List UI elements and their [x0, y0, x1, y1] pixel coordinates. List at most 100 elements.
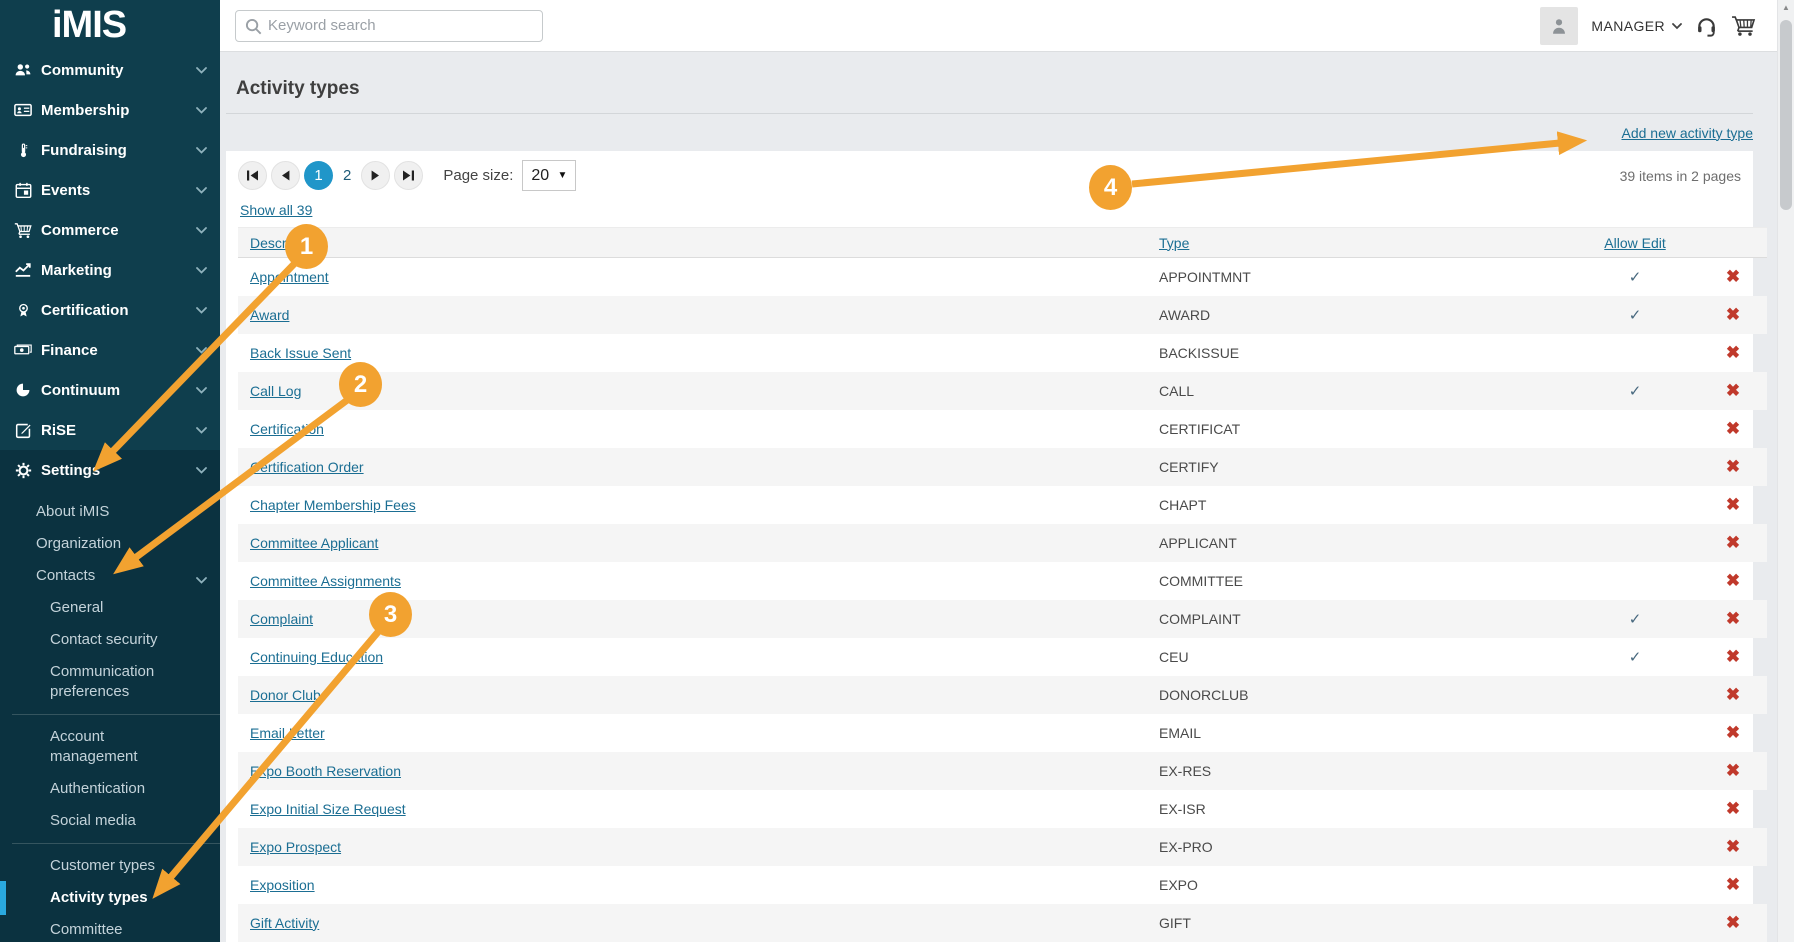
- delete-activity-button[interactable]: ✖: [1726, 306, 1740, 323]
- chevron-down-icon: [196, 387, 207, 394]
- activity-description-link[interactable]: Call Log: [250, 383, 301, 399]
- delete-activity-button[interactable]: ✖: [1726, 686, 1740, 703]
- delete-activity-button[interactable]: ✖: [1726, 420, 1740, 437]
- page-title: Activity types: [236, 78, 1753, 100]
- check-icon: ✓: [1629, 649, 1642, 666]
- pager-current-page[interactable]: 1: [304, 161, 333, 190]
- sort-allow-edit-header[interactable]: Allow Edit: [1604, 235, 1665, 251]
- delete-activity-button[interactable]: ✖: [1726, 876, 1740, 893]
- sidebar-item-finance[interactable]: Finance: [0, 330, 220, 370]
- main-content: Activity types Add new activity type 1 2: [220, 52, 1794, 942]
- support-headset-icon[interactable]: [1695, 15, 1718, 38]
- activity-description-link[interactable]: Gift Activity: [250, 915, 319, 931]
- page-size-select[interactable]: 20 ▼: [522, 160, 576, 191]
- sidebar-item-events[interactable]: Events: [0, 170, 220, 210]
- sidebar-item-label: Customer types: [50, 857, 155, 874]
- table-row: ComplaintCOMPLAINT✓✖: [238, 600, 1767, 638]
- finance-icon: [14, 341, 32, 359]
- activity-description-link[interactable]: Committee Assignments: [250, 573, 401, 589]
- activity-description-link[interactable]: Exposition: [250, 877, 315, 893]
- pager-page-2[interactable]: 2: [343, 167, 351, 184]
- delete-activity-button[interactable]: ✖: [1726, 458, 1740, 475]
- delete-activity-button[interactable]: ✖: [1726, 268, 1740, 285]
- delete-activity-button[interactable]: ✖: [1726, 724, 1740, 741]
- activity-description-link[interactable]: Back Issue Sent: [250, 345, 351, 361]
- delete-activity-button[interactable]: ✖: [1726, 496, 1740, 513]
- activity-description-link[interactable]: Expo Initial Size Request: [250, 801, 406, 817]
- sidebar-item-contact-security[interactable]: Contact security: [0, 630, 220, 650]
- sidebar-item-communication-preferences[interactable]: Communication preferences: [0, 662, 220, 702]
- delete-activity-button[interactable]: ✖: [1726, 572, 1740, 589]
- delete-activity-button[interactable]: ✖: [1726, 914, 1740, 931]
- delete-activity-button[interactable]: ✖: [1726, 382, 1740, 399]
- sidebar-item-committee[interactable]: Committee: [0, 920, 220, 940]
- cart-icon[interactable]: [1731, 15, 1756, 37]
- search-input[interactable]: [268, 17, 528, 34]
- pager-last-button[interactable]: [394, 161, 423, 190]
- sidebar-item-rise[interactable]: RiSE: [0, 410, 220, 450]
- table-row: Certification Order CERTIFY ✖: [238, 448, 1767, 486]
- activity-description-link[interactable]: Expo Booth Reservation: [250, 763, 401, 779]
- scrollbar-thumb[interactable]: [1780, 20, 1792, 210]
- sidebar-item-marketing[interactable]: Marketing: [0, 250, 220, 290]
- activity-description-link[interactable]: Continuing Education: [250, 649, 383, 665]
- table-row: Gift Activity GIFT ✖: [238, 904, 1767, 942]
- sidebar-item-contacts[interactable]: Contacts: [0, 566, 220, 586]
- delete-activity-button[interactable]: ✖: [1726, 534, 1740, 551]
- activity-description-link[interactable]: Committee Applicant: [250, 535, 378, 551]
- activity-type-code: DONORCLUB: [1159, 687, 1248, 703]
- delete-activity-button[interactable]: ✖: [1726, 800, 1740, 817]
- sidebar-item-account-management[interactable]: Account management: [0, 727, 220, 767]
- check-icon: ✓: [1629, 307, 1642, 324]
- sidebar-item-fundraising[interactable]: Fundraising: [0, 130, 220, 170]
- activity-description-link[interactable]: Appointment: [250, 269, 329, 285]
- sidebar-item-membership[interactable]: Membership: [0, 90, 220, 130]
- pager-prev-button[interactable]: [271, 161, 300, 190]
- activity-description-link[interactable]: Donor Club: [250, 687, 321, 703]
- pager-first-button[interactable]: [238, 161, 267, 190]
- pager-next-button[interactable]: [361, 161, 390, 190]
- sort-description-header[interactable]: Description: [250, 235, 320, 251]
- sidebar-item-organization[interactable]: Organization: [0, 534, 220, 554]
- delete-activity-button[interactable]: ✖: [1726, 610, 1740, 627]
- sidebar-item-activity-types[interactable]: Activity types: [0, 888, 220, 908]
- delete-activity-button[interactable]: ✖: [1726, 762, 1740, 779]
- page-size-value: 20: [531, 167, 549, 185]
- scrollbar-up-arrow[interactable]: ▲: [1778, 3, 1794, 12]
- sidebar-item-commerce[interactable]: Commerce: [0, 210, 220, 250]
- items-summary: 39 items in 2 pages: [1620, 168, 1741, 184]
- activity-description-link[interactable]: Chapter Membership Fees: [250, 497, 416, 513]
- activity-description-link[interactable]: Certification: [250, 421, 324, 437]
- activity-description-link[interactable]: Certification Order: [250, 459, 364, 475]
- sidebar-item-settings[interactable]: Settings: [0, 450, 220, 490]
- chevron-down-icon: [196, 67, 207, 74]
- sidebar-item-continuum[interactable]: Continuum: [0, 370, 220, 410]
- table-row: Expo Initial Size RequestEX-ISR✖: [238, 790, 1767, 828]
- sidebar-item-customer-types[interactable]: Customer types: [0, 856, 220, 876]
- sidebar-item-general[interactable]: General: [0, 598, 220, 618]
- sort-type-header[interactable]: Type: [1159, 235, 1189, 251]
- avatar[interactable]: [1540, 7, 1578, 45]
- activity-description-link[interactable]: Complaint: [250, 611, 313, 627]
- user-menu[interactable]: MANAGER: [1591, 18, 1682, 34]
- activity-description-link[interactable]: Expo Prospect: [250, 839, 341, 855]
- activity-type-code: GIFT: [1159, 915, 1191, 931]
- sidebar-item-authentication[interactable]: Authentication: [0, 779, 220, 799]
- check-icon: ✓: [1629, 269, 1642, 286]
- vertical-scrollbar[interactable]: ▲: [1777, 0, 1794, 942]
- marketing-icon: [14, 261, 32, 279]
- activity-description-link[interactable]: Email Letter: [250, 725, 325, 741]
- sidebar-item-social-media[interactable]: Social media: [0, 811, 220, 831]
- add-new-activity-type-link[interactable]: Add new activity type: [1621, 125, 1753, 141]
- show-all-link[interactable]: Show all 39: [240, 202, 312, 218]
- sidebar-item-about-imis[interactable]: About iMIS: [0, 502, 220, 522]
- delete-activity-button[interactable]: ✖: [1726, 344, 1740, 361]
- activity-description-link[interactable]: Award: [250, 307, 289, 323]
- delete-activity-button[interactable]: ✖: [1726, 648, 1740, 665]
- delete-activity-button[interactable]: ✖: [1726, 838, 1740, 855]
- sidebar-item-community[interactable]: Community: [0, 50, 220, 90]
- activity-type-code: CERTIFY: [1159, 459, 1219, 475]
- sidebar-item-certification[interactable]: Certification: [0, 290, 220, 330]
- table-row: Expo Booth ReservationEX-RES✖: [238, 752, 1767, 790]
- user-name: MANAGER: [1591, 18, 1665, 34]
